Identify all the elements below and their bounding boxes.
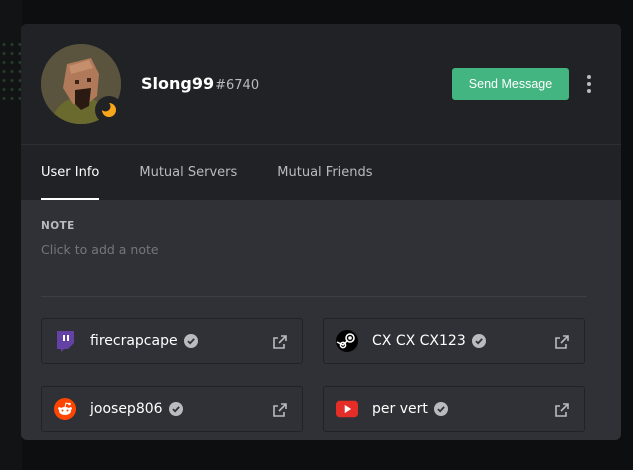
verified-check-icon <box>183 334 198 348</box>
section-divider <box>41 296 587 297</box>
account-name: firecrapcape <box>90 333 178 349</box>
discriminator: #6740 <box>215 78 260 93</box>
vertical-dots-icon[interactable] <box>581 73 597 95</box>
user-profile-modal: Slong99#6740 Send Message User Info Mutu… <box>21 24 621 440</box>
moon-idle-icon <box>101 102 116 117</box>
account-name: CX CX CX123 <box>372 333 466 349</box>
steam-icon <box>336 330 358 352</box>
twitch-icon <box>54 330 76 352</box>
verified-check-icon <box>433 402 448 416</box>
connected-account-youtube: per vert <box>323 386 585 432</box>
status-indicator <box>95 96 123 124</box>
verified-check-icon <box>471 334 486 348</box>
profile-username: Slong99#6740 <box>141 74 259 93</box>
verified-check-icon <box>168 402 183 416</box>
profile-tabs: User Info Mutual Servers Mutual Friends <box>41 145 413 200</box>
tab-mutual-friends[interactable]: Mutual Friends <box>277 145 372 200</box>
background-decoration <box>0 40 22 100</box>
external-link-icon[interactable] <box>272 402 288 418</box>
external-link-icon[interactable] <box>554 334 570 350</box>
tab-user-info[interactable]: User Info <box>41 145 100 200</box>
connected-account-twitch: firecrapcape <box>41 318 303 364</box>
username-text: Slong99 <box>141 74 215 93</box>
note-input[interactable]: Click to add a note <box>41 242 159 257</box>
send-message-button[interactable]: Send Message <box>452 68 569 100</box>
tab-mutual-servers[interactable]: Mutual Servers <box>139 145 237 200</box>
account-name: per vert <box>372 401 428 417</box>
connected-account-steam: CX CX CX123 <box>323 318 585 364</box>
external-link-icon[interactable] <box>272 334 288 350</box>
account-name: joosep806 <box>90 401 163 417</box>
connected-account-reddit: joosep806 <box>41 386 303 432</box>
youtube-icon <box>336 398 358 420</box>
note-label: NOTE <box>41 220 75 232</box>
reddit-icon <box>54 398 76 420</box>
external-link-icon[interactable] <box>554 402 570 418</box>
